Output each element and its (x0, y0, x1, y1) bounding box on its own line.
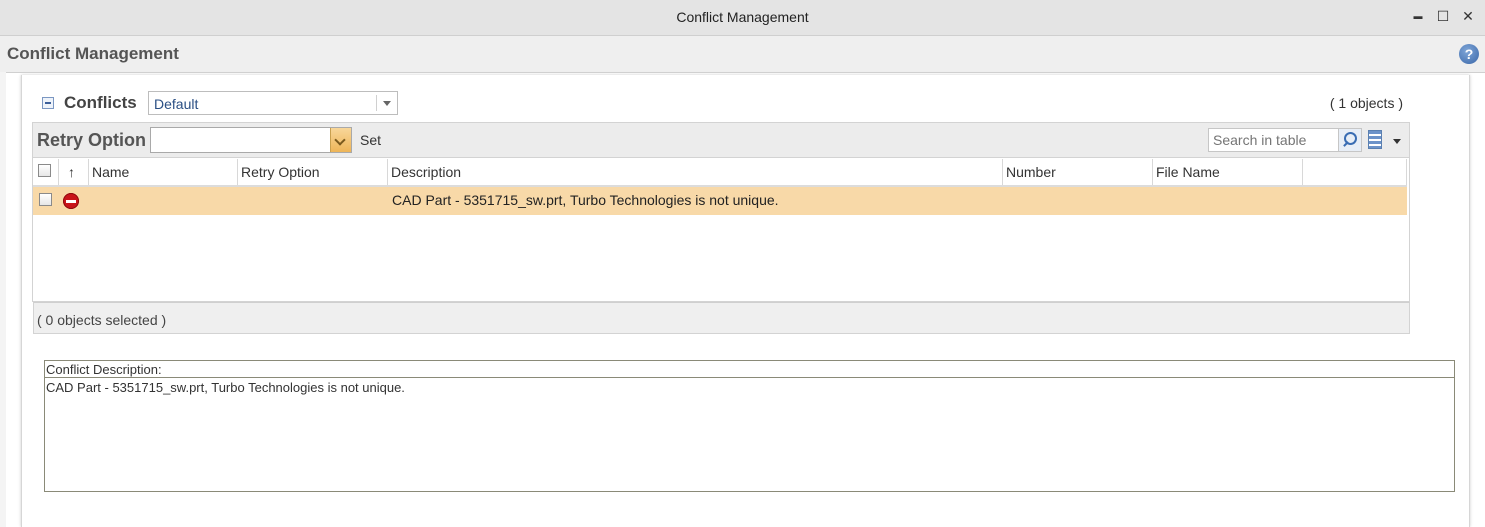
search-input[interactable] (1209, 129, 1341, 151)
row-checkbox[interactable] (39, 193, 52, 206)
chevron-down-icon (383, 101, 391, 106)
set-button[interactable]: Set (360, 132, 381, 148)
column-header-name[interactable]: Name (89, 159, 238, 185)
select-all-checkbox[interactable] (38, 164, 51, 177)
column-header-file-name[interactable]: File Name (1153, 159, 1303, 185)
left-edge (0, 72, 6, 527)
close-icon[interactable]: ✕ (1459, 6, 1477, 26)
table-footer: ( 0 objects selected ) (33, 302, 1410, 334)
window-titlebar: Conflict Management ▬ ☐ ✕ (0, 0, 1485, 36)
page-header: Conflict Management ? (0, 36, 1485, 73)
column-settings-icon[interactable] (1368, 130, 1382, 149)
dropdown-separator (376, 95, 377, 111)
error-icon (63, 193, 79, 209)
table-header: ↑ Name Retry Option Description Number F… (33, 159, 1407, 187)
chevron-down-icon (334, 134, 346, 146)
view-dropdown[interactable]: Default (148, 91, 398, 115)
conflicts-title: Conflicts (64, 93, 137, 112)
conflict-description-box: Conflict Description: CAD Part - 5351715… (44, 360, 1455, 492)
window-title: Conflict Management (676, 9, 809, 25)
search-button[interactable] (1338, 129, 1361, 151)
retry-option-dropdown-button[interactable] (330, 128, 351, 152)
selected-count: ( 0 objects selected ) (37, 312, 167, 328)
table-search[interactable] (1208, 128, 1362, 152)
chevron-down-icon[interactable] (1393, 139, 1401, 144)
minimize-icon[interactable]: ▬ (1409, 6, 1427, 26)
collapse-icon[interactable] (42, 97, 54, 109)
divider (45, 377, 1454, 378)
column-header-description[interactable]: Description (388, 159, 1003, 185)
conflict-description-text: CAD Part - 5351715_sw.prt, Turbo Technol… (46, 380, 405, 395)
view-dropdown-value: Default (154, 96, 199, 112)
retry-option-label: Retry Option (37, 130, 147, 150)
column-header-retry-option[interactable]: Retry Option (238, 159, 388, 185)
conflict-description-label: Conflict Description: (46, 362, 162, 377)
maximize-icon[interactable]: ☐ (1434, 6, 1452, 26)
select-all-column (33, 159, 59, 185)
page-title: Conflict Management (7, 44, 179, 63)
retry-option-combo[interactable] (150, 127, 352, 153)
help-icon[interactable]: ? (1459, 44, 1479, 64)
row-description: CAD Part - 5351715_sw.prt, Turbo Technol… (392, 192, 779, 208)
column-header-blank (1303, 159, 1407, 185)
column-header-number[interactable]: Number (1003, 159, 1153, 185)
object-count: ( 1 objects ) (1329, 95, 1403, 111)
sort-column[interactable]: ↑ (59, 159, 89, 185)
